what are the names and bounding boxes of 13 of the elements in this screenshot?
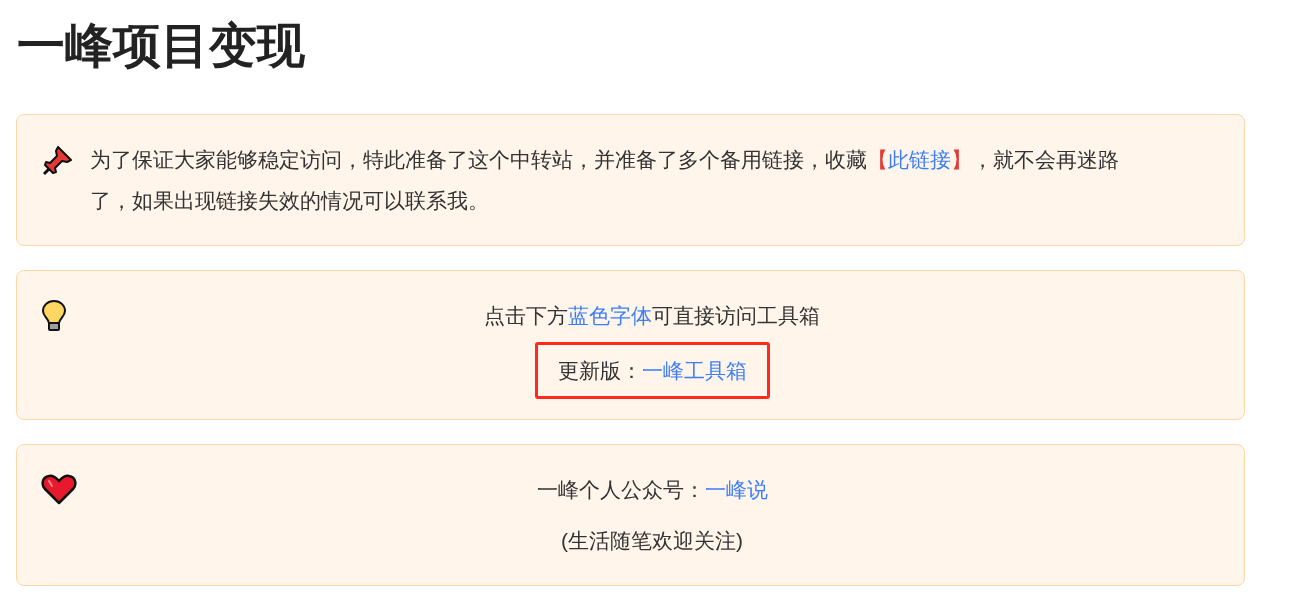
page-title: 一峰项目变现 [17,18,306,74]
pushpin-icon [41,143,75,177]
notice-text: 更新版：一峰工具箱 [557,358,747,384]
notice-text: (生活随笔欢迎关注) [561,528,743,554]
link[interactable]: 一峰工具箱 [641,359,747,382]
link[interactable]: 一峰说 [704,478,768,501]
heart-icon [41,473,77,505]
link[interactable]: 蓝色字体 [568,304,652,327]
notice-text: 点击下方蓝色字体可直接访问工具箱 [484,303,820,329]
notice-text: 一峰个人公众号：一峰说 [536,477,768,503]
lightbulb-icon [41,299,67,333]
link[interactable]: 此链接 [888,148,951,171]
notice-text: 为了保证大家能够稳定访问，特此准备了这个中转站，并准备了多个备用链接，收藏【此链接】，就不会再迷路了，如果出现链接失效的情况可以联系我。 [90,147,1120,214]
